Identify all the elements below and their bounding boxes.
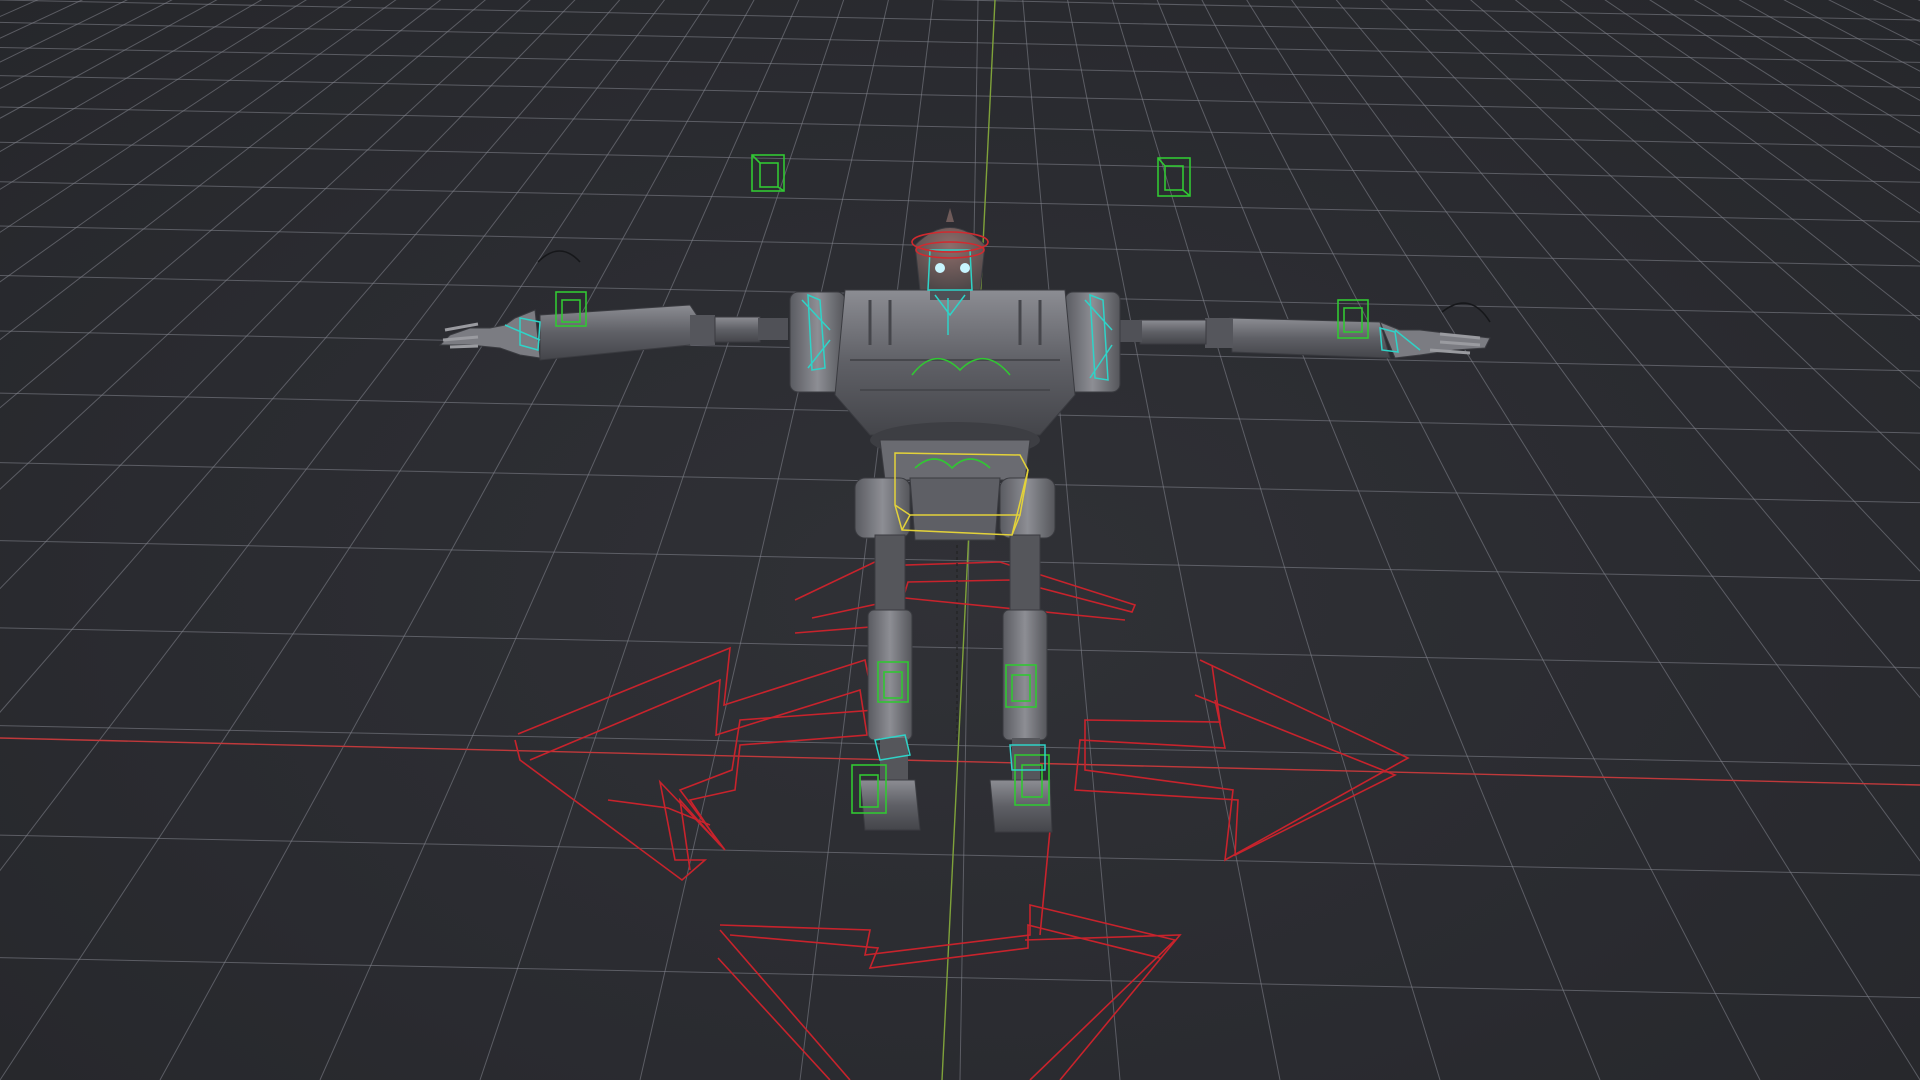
grid-line <box>0 0 710 1080</box>
grid-line <box>0 957 1920 999</box>
grid-line <box>0 0 985 1080</box>
grid-line <box>985 0 1920 1080</box>
grid-line <box>1380 0 1920 572</box>
grid-line <box>1470 0 1920 390</box>
grid-line <box>985 0 1920 1080</box>
left-arm[interactable] <box>438 304 788 361</box>
grid-line <box>1559 0 1920 264</box>
grid-line <box>0 0 985 1080</box>
grid-line <box>0 0 84 39</box>
grid-line <box>0 0 218 119</box>
grid-line <box>0 0 985 1080</box>
x-axis-line <box>0 737 1920 786</box>
grid-line <box>0 0 173 90</box>
grid-line <box>0 0 621 713</box>
grid-line <box>0 0 442 341</box>
grid-line <box>985 0 1920 1080</box>
grid-line <box>0 0 352 233</box>
grid-line <box>0 0 39 18</box>
grid-line <box>0 834 1920 876</box>
grid-line <box>1111 0 1441 1080</box>
grid-line <box>0 141 1920 183</box>
grid-line <box>1425 0 1920 472</box>
grid-line <box>1290 0 1920 862</box>
finger-arc-left[interactable] <box>537 250 581 263</box>
3d-viewport[interactable] <box>0 0 1920 1080</box>
grid-line <box>0 0 985 1080</box>
grid-line <box>935 0 1920 21</box>
ik-elbow-pole-right[interactable] <box>1157 157 1191 197</box>
grid-line <box>1246 0 1920 1080</box>
grid-line <box>1872 0 1920 23</box>
grid-line <box>985 0 1920 1080</box>
viewport-canvas[interactable] <box>0 0 1920 1080</box>
grid-line <box>0 540 1920 582</box>
grid-line <box>1693 0 1920 134</box>
grid-line <box>479 0 845 1080</box>
right-arm[interactable] <box>1100 317 1491 359</box>
grid-line <box>1201 0 1761 1080</box>
grid-line <box>0 0 1920 41</box>
grid-line <box>0 0 128 63</box>
ik-elbow-pole-left[interactable] <box>751 154 785 192</box>
grid-line <box>0 21 1920 63</box>
grid-line <box>0 0 531 490</box>
grid-line <box>1828 0 1920 46</box>
grid-line <box>985 0 1920 1080</box>
grid-line <box>0 0 397 283</box>
grid-line <box>0 0 307 190</box>
grid-line <box>1649 0 1920 172</box>
grid-line <box>1783 0 1920 72</box>
grid-line <box>0 0 985 1080</box>
grid-line <box>0 0 486 409</box>
grid-line <box>1917 0 1920 2</box>
grid-line <box>0 0 985 1080</box>
grid-line <box>0 181 1920 223</box>
grid-line <box>0 0 576 590</box>
grid-line <box>0 0 666 872</box>
grid-line <box>985 0 1920 1080</box>
grid-line <box>1604 0 1920 214</box>
grid-line <box>1156 0 1601 1080</box>
grid-line <box>1335 0 1920 699</box>
grid-line <box>985 0 1920 1080</box>
left-leg[interactable] <box>859 534 921 831</box>
grid-line <box>0 627 1920 669</box>
grid-line <box>985 0 1920 1080</box>
grid-line <box>985 0 1920 1080</box>
grid-line <box>0 106 1920 148</box>
grid-line <box>0 0 985 1080</box>
grid-line <box>1514 0 1920 321</box>
grid-line <box>159 0 755 1080</box>
grid-line <box>0 0 985 1080</box>
grid-line <box>0 0 263 153</box>
grid-line <box>0 0 985 1080</box>
grid-line <box>1738 0 1920 101</box>
